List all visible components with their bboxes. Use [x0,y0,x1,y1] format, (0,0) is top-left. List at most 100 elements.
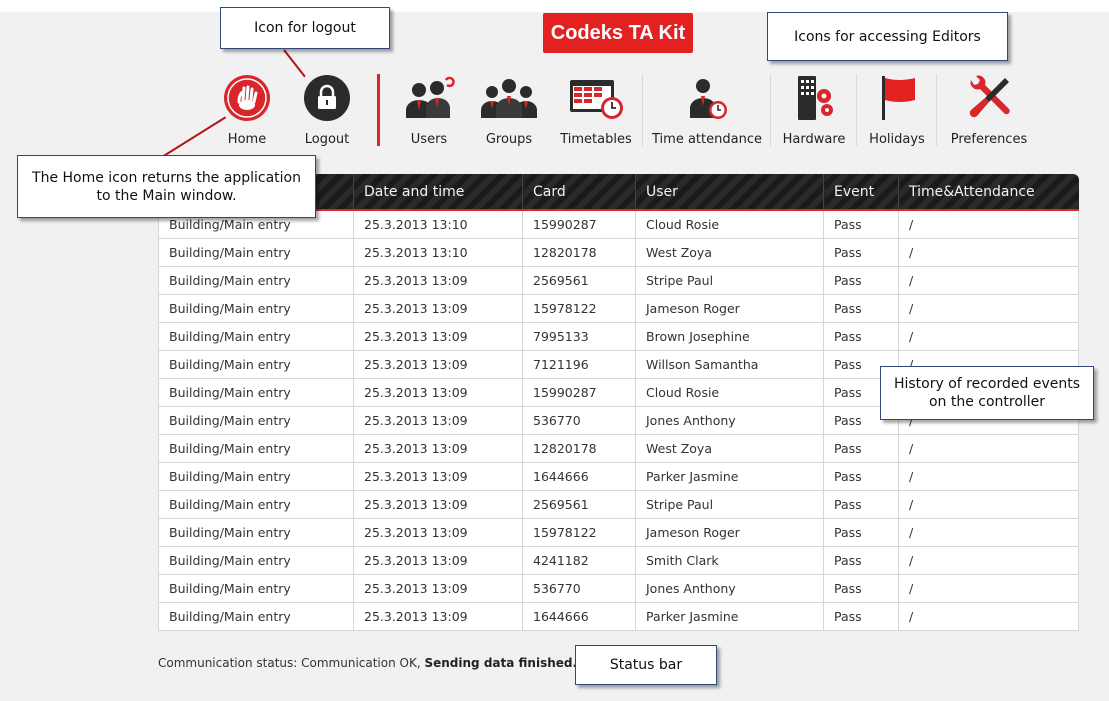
cell-date-time: 25.3.2013 13:09 [353,517,523,547]
cell-card: 15990287 [522,209,636,239]
cell-user: Stripe Paul [635,489,824,519]
time-attendance-icon [683,70,731,126]
hardware-button[interactable]: Hardware [782,70,846,150]
cell-user: Jameson Roger [635,517,824,547]
cell-time-attendance: / [898,237,1079,267]
cell-card: 2569561 [522,265,636,295]
table-row[interactable]: Building/Main entry 25.3.2013 13:09 536770… [158,573,1079,603]
cell-date-time: 25.3.2013 13:09 [353,433,523,463]
cell-card: 1644666 [522,461,636,491]
status-text: Communication status: Communication OK, [158,656,421,670]
cell-date-time: 25.3.2013 13:09 [353,377,523,407]
toolbar-divider [642,74,643,146]
cell-event: Pass [823,209,899,239]
cell-user: Smith Clark [635,545,824,575]
table-row[interactable]: Building/Main entry 25.3.2013 13:09 128201… [158,433,1079,463]
cell-card: 536770 [522,405,636,435]
cell-time-attendance: / [898,545,1079,575]
cell-user: West Zoya [635,237,824,267]
cell-location: Building/Main entry [158,545,354,575]
cell-card: 2569561 [522,489,636,519]
groups-icon [479,70,539,126]
timetables-button[interactable]: Timetables [560,70,632,150]
top-strip [0,0,1109,12]
cell-date-time: 25.3.2013 13:09 [353,349,523,379]
holidays-label: Holidays [869,132,925,147]
column-header-card[interactable]: Card [522,174,636,211]
cell-card: 1644666 [522,601,636,631]
cell-event: Pass [823,545,899,575]
cell-location: Building/Main entry [158,293,354,323]
table-row[interactable]: Building/Main entry 25.3.2013 13:10 128201… [158,237,1079,267]
cell-time-attendance: / [898,461,1079,491]
cell-time-attendance: / [898,489,1079,519]
toolbar-divider [770,74,771,146]
cell-date-time: 25.3.2013 13:09 [353,545,523,575]
cell-event: Pass [823,573,899,603]
cell-user: Willson Samantha [635,349,824,379]
cell-location: Building/Main entry [158,433,354,463]
cell-event: Pass [823,293,899,323]
column-header-time-attendance[interactable]: Time&Attendance [898,174,1079,211]
cell-time-attendance: / [898,321,1079,351]
column-header-user[interactable]: User [635,174,824,211]
table-row[interactable]: Building/Main entry 25.3.2013 13:09 159781… [158,293,1079,323]
hardware-label: Hardware [782,132,846,147]
toolbar-divider [377,74,380,146]
table-row[interactable]: Building/Main entry 25.3.2013 13:09 424118… [158,545,1079,575]
preferences-label: Preferences [950,132,1028,147]
cell-date-time: 25.3.2013 13:09 [353,321,523,351]
table-row[interactable]: Building/Main entry 25.3.2013 13:09 256956… [158,265,1079,295]
cell-user: Parker Jasmine [635,461,824,491]
time-attendance-button[interactable]: Time attendance [652,70,762,150]
column-header-event[interactable]: Event [823,174,899,211]
table-row[interactable]: Building/Main entry 25.3.2013 13:09 256956… [158,489,1079,519]
cell-user: Jones Anthony [635,573,824,603]
table-row[interactable]: Building/Main entry 25.3.2013 13:09 799513… [158,321,1079,351]
logout-button[interactable]: Logout [297,70,357,150]
cell-location: Building/Main entry [158,517,354,547]
cell-location: Building/Main entry [158,349,354,379]
cell-location: Building/Main entry [158,265,354,295]
cell-card: 4241182 [522,545,636,575]
users-icon [402,70,456,126]
home-callout: The Home icon returns the application to… [17,155,316,218]
editors-callout: Icons for accessing Editors [767,12,1008,61]
cell-date-time: 25.3.2013 13:09 [353,489,523,519]
users-button[interactable]: Users [399,70,459,150]
cell-date-time: 25.3.2013 13:09 [353,293,523,323]
cell-time-attendance: / [898,601,1079,631]
cell-event: Pass [823,433,899,463]
tools-icon [963,70,1015,126]
cell-user: West Zoya [635,433,824,463]
preferences-button[interactable]: Preferences [949,70,1029,150]
table-row[interactable]: Building/Main entry 25.3.2013 13:09 164466… [158,601,1079,631]
holidays-button[interactable]: Holidays [866,70,928,150]
cell-user: Cloud Rosie [635,377,824,407]
cell-card: 536770 [522,573,636,603]
status-bar: Communication status: Communication OK, … [158,656,577,670]
logout-callout: Icon for logout [220,7,390,49]
cell-location: Building/Main entry [158,237,354,267]
cell-location: Building/Main entry [158,601,354,631]
groups-button[interactable]: Groups [476,70,542,150]
cell-event: Pass [823,517,899,547]
cell-event: Pass [823,265,899,295]
table-row[interactable]: Building/Main entry 25.3.2013 13:09 164466… [158,461,1079,491]
cell-user: Jones Anthony [635,405,824,435]
column-header-date-time[interactable]: Date and time [353,174,523,211]
timetable-icon [566,70,626,126]
cell-user: Cloud Rosie [635,209,824,239]
logout-callout-leader [283,49,306,78]
cell-event: Pass [823,321,899,351]
cell-location: Building/Main entry [158,461,354,491]
home-button[interactable]: Home [217,70,277,150]
cell-user: Brown Josephine [635,321,824,351]
table-row[interactable]: Building/Main entry 25.3.2013 13:09 159781… [158,517,1079,547]
cell-card: 7995133 [522,321,636,351]
cell-user: Jameson Roger [635,293,824,323]
cell-event: Pass [823,489,899,519]
cell-date-time: 25.3.2013 13:10 [353,237,523,267]
cell-event: Pass [823,461,899,491]
cell-location: Building/Main entry [158,321,354,351]
